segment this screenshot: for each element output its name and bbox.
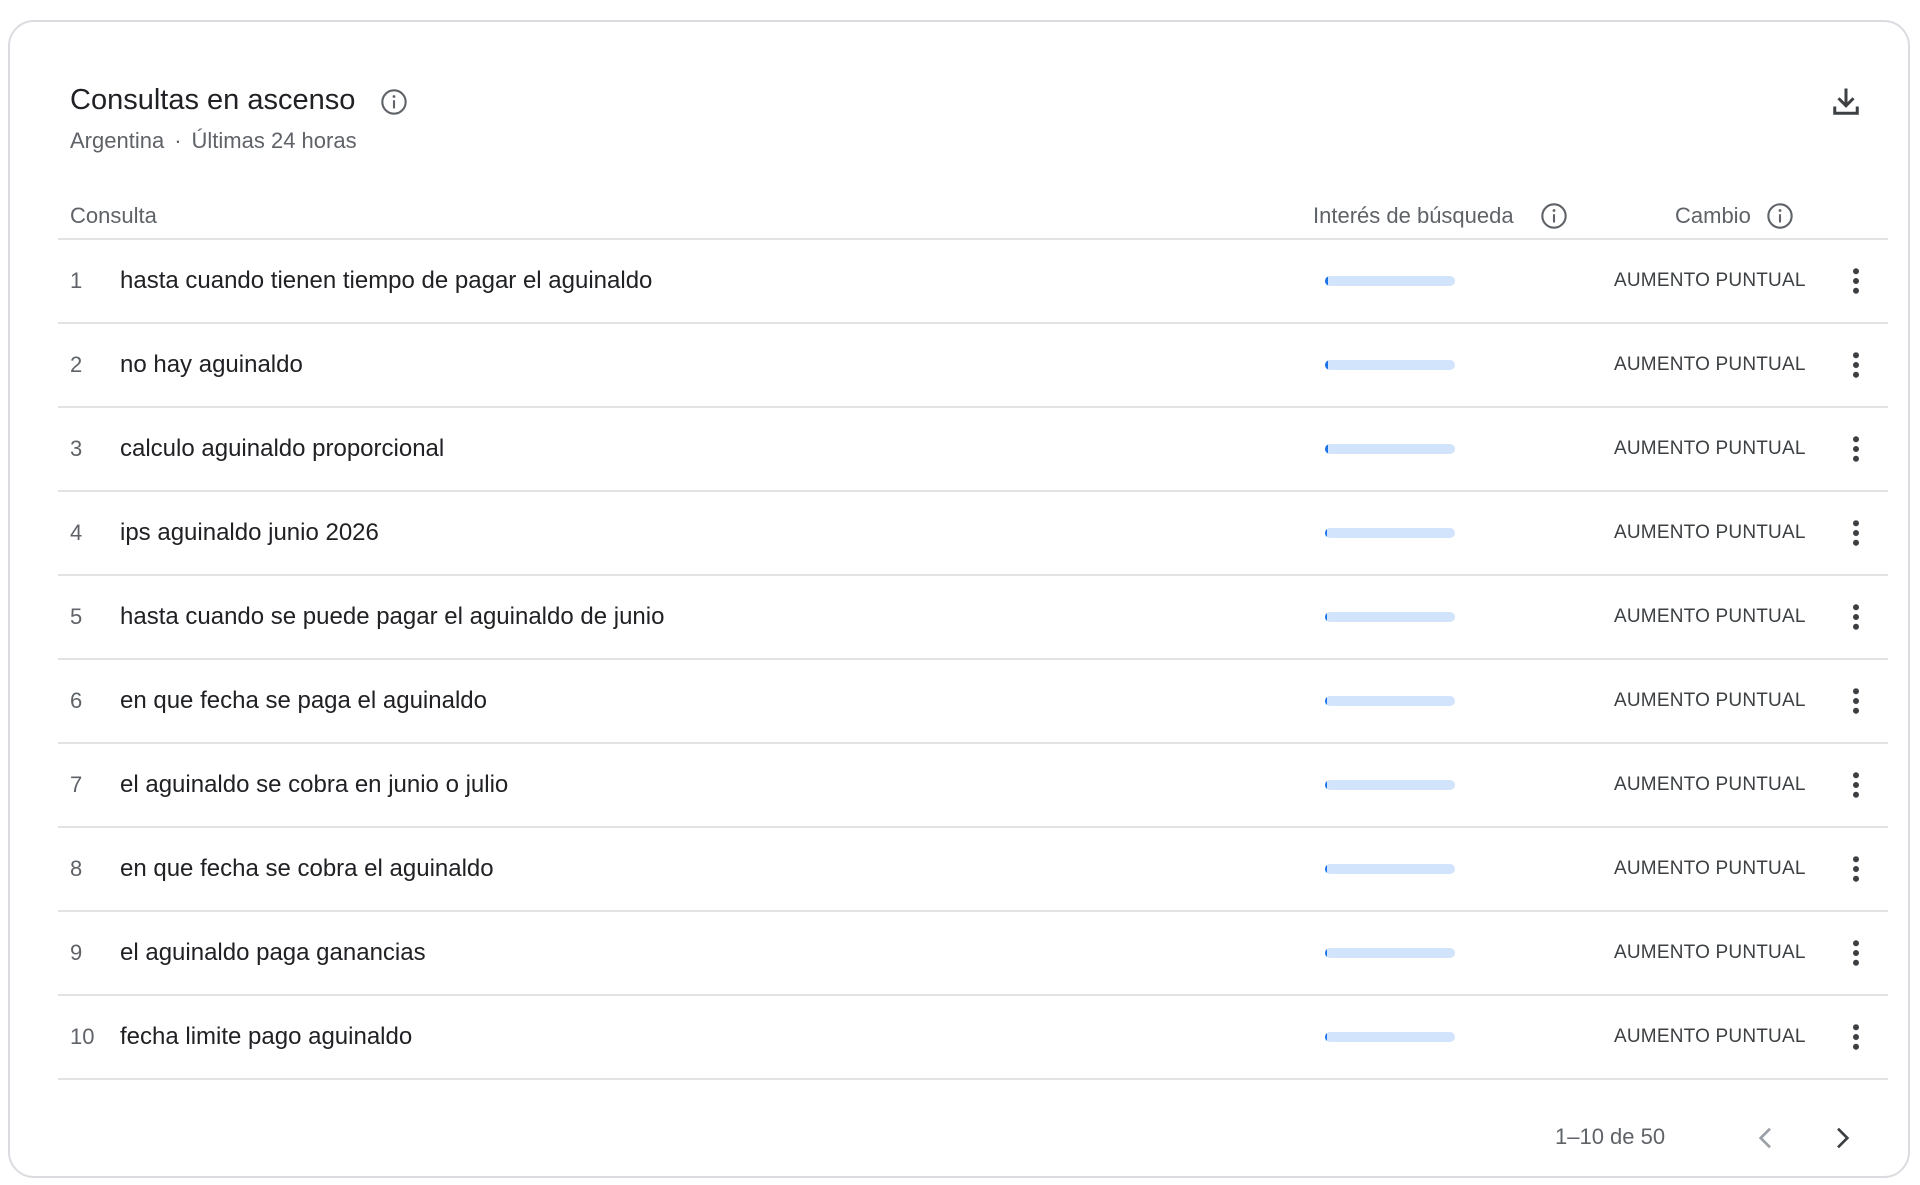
more-vert-icon[interactable] [1838,851,1874,887]
query-link[interactable]: fecha limite pago aguinaldo [120,996,412,1078]
table-row[interactable]: 10 fecha limite pago aguinaldo AUMENTO PUN… [58,996,1888,1078]
interest-bar-fill [1325,780,1327,790]
change-label: AUMENTO PUNTUAL [1614,1026,1806,1047]
query-link[interactable]: el aguinaldo paga ganancias [120,912,426,994]
more-vert-icon[interactable] [1838,767,1874,803]
interest-bar [1325,780,1455,790]
more-vert-icon[interactable] [1838,515,1874,551]
more-vert-icon[interactable] [1838,599,1874,635]
change-label: AUMENTO PUNTUAL [1614,606,1806,627]
interest-bar [1325,444,1455,454]
row-rank: 8 [70,856,83,881]
interest-bar [1325,864,1455,874]
row-divider [58,1078,1888,1080]
interest-bar [1325,528,1455,538]
interest-bar-fill [1325,276,1328,286]
interest-bar-fill [1325,360,1328,370]
row-rank: 7 [70,772,83,797]
interest-bar [1325,612,1455,622]
interest-bar-fill [1325,444,1328,454]
row-rank: 5 [70,604,83,629]
change-label: AUMENTO PUNTUAL [1614,858,1806,879]
query-link[interactable]: en que fecha se paga el aguinaldo [120,660,487,742]
row-rank: 4 [70,520,83,545]
interest-bar-fill [1325,696,1327,706]
row-rank: 3 [70,436,83,461]
change-label: AUMENTO PUNTUAL [1614,942,1806,963]
pagination-label: 1–10 de 50 [1555,1124,1666,1149]
column-header-change: Cambio [1675,203,1751,228]
table-row[interactable]: 5 hasta cuando se puede pagar el aguinald… [58,576,1888,658]
separator: · [174,128,182,153]
chevron-right-icon[interactable] [1826,1122,1858,1154]
query-link[interactable]: calculo aguinaldo proporcional [120,408,444,490]
change-label: AUMENTO PUNTUAL [1614,690,1806,711]
table-row[interactable]: 1 hasta cuando tienen tiempo de pagar el … [58,240,1888,322]
row-rank: 6 [70,688,83,713]
table-row[interactable]: 8 en que fecha se cobra el aguinaldo AUMEN… [58,828,1888,910]
interest-bar [1325,948,1455,958]
change-label: AUMENTO PUNTUAL [1614,438,1806,459]
query-link[interactable]: en que fecha se cobra el aguinaldo [120,828,494,910]
change-label: AUMENTO PUNTUAL [1614,270,1806,291]
region-label: Argentina [70,128,165,153]
interest-bar-fill [1325,528,1327,538]
column-header-query: Consulta [70,203,157,228]
info-circle-icon[interactable] [380,88,408,116]
interest-bar-fill [1325,948,1327,958]
table-row[interactable]: 9 el aguinaldo paga ganancias AUMENTO PUNT… [58,912,1888,994]
more-vert-icon[interactable] [1838,935,1874,971]
interest-info-icon[interactable] [1540,202,1568,230]
card-title: Consultas en ascenso [70,84,356,116]
period-label: Últimas 24 horas [191,128,357,153]
row-rank: 1 [70,268,83,293]
interest-bar [1325,1032,1455,1042]
interest-bar [1325,696,1455,706]
change-label: AUMENTO PUNTUAL [1614,774,1806,795]
table-row[interactable]: 4 ips aguinaldo junio 2026 AUMENTO PUNTUAL [58,492,1888,574]
change-label: AUMENTO PUNTUAL [1614,354,1806,375]
chevron-left-icon[interactable] [1750,1122,1782,1154]
more-vert-icon[interactable] [1838,431,1874,467]
interest-bar-fill [1325,612,1327,622]
table-row[interactable]: 6 en que fecha se paga el aguinaldo AUMENT… [58,660,1888,742]
interest-bar-fill [1325,864,1327,874]
change-label: AUMENTO PUNTUAL [1614,522,1806,543]
table-row[interactable]: 3 calculo aguinaldo proporcional AUMENTO P… [58,408,1888,490]
more-vert-icon[interactable] [1838,1019,1874,1055]
query-link[interactable]: hasta cuando tienen tiempo de pagar el a… [120,240,652,322]
interest-bar [1325,276,1455,286]
table-row[interactable]: 2 no hay aguinaldo AUMENTO PUNTUAL [58,324,1888,406]
query-link[interactable]: ips aguinaldo junio 2026 [120,492,379,574]
change-info-icon[interactable] [1766,202,1794,230]
row-rank: 9 [70,940,83,965]
download-icon[interactable] [1828,84,1864,120]
table-row[interactable]: 7 el aguinaldo se cobra en junio o julio A… [58,744,1888,826]
more-vert-icon[interactable] [1838,347,1874,383]
column-header-interest: Interés de búsqueda [1313,203,1514,228]
card-subtitle: Argentina · Últimas 24 horas [70,130,357,152]
query-link[interactable]: hasta cuando se puede pagar el aguinaldo… [120,576,664,658]
more-vert-icon[interactable] [1838,683,1874,719]
query-link[interactable]: no hay aguinaldo [120,324,303,406]
interest-bar-fill [1325,1032,1327,1042]
query-link[interactable]: el aguinaldo se cobra en junio o julio [120,744,508,826]
interest-bar [1325,360,1455,370]
row-rank: 10 [70,1024,95,1049]
rising-queries-card: Consultas en ascenso Argentina · Últimas 2… [8,20,1910,1178]
more-vert-icon[interactable] [1838,263,1874,299]
row-rank: 2 [70,352,83,377]
